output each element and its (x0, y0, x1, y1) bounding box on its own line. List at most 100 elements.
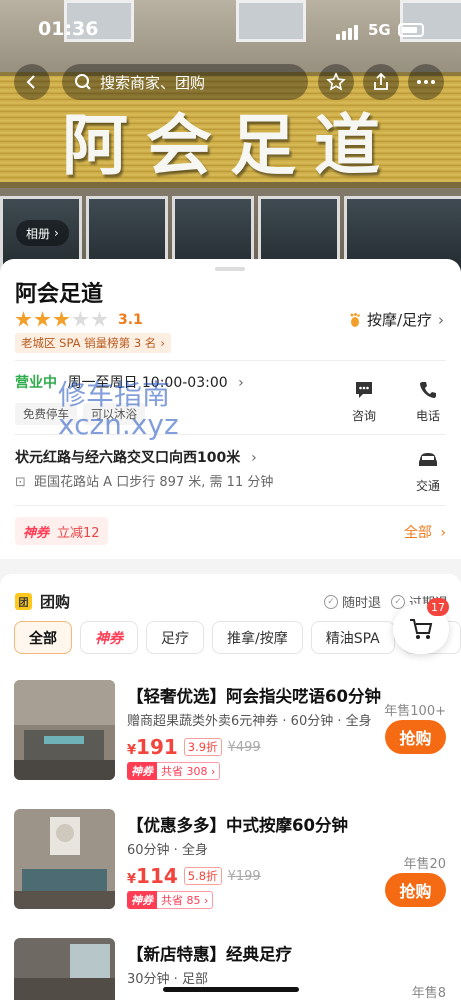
shop-sign-text: 阿会足道 (62, 106, 398, 184)
check-icon: ✓ (324, 594, 338, 609)
consult-label: 咨询 (351, 409, 376, 423)
phone-label: 电话 (415, 409, 440, 423)
cart-count-badge: 17 (427, 598, 449, 616)
buy-button[interactable]: 抢购 (385, 873, 446, 907)
coupon-badge: 神券 (127, 891, 157, 909)
deals-section: 团 团购 ✓ 随时退 ✓ 过期退 全部 神券 足疗 推拿/按摩 精油SPA 采耳… (0, 574, 461, 1000)
chevron-right-icon: › (251, 450, 257, 466)
walk-text: 距国花路站 A 口步行 897 米, 需 11 分钟 (34, 475, 274, 490)
car-icon (415, 447, 441, 473)
coupon-save-tag[interactable]: 神券 共省 308 › (127, 762, 221, 780)
filter-all[interactable]: 全部 (14, 621, 72, 654)
favorite-button[interactable] (318, 64, 354, 100)
battery-icon (398, 23, 424, 37)
coupon-badge: 神券 (127, 762, 157, 780)
deal-thumbnail (14, 680, 115, 780)
category-label: 按摩/足疗 (366, 311, 432, 329)
price-row: ¥114 5.8折 ¥199 (127, 864, 261, 888)
cart-button[interactable]: 17 (393, 598, 449, 654)
coupon-badge: 神券 (23, 525, 50, 541)
divider (15, 505, 446, 506)
drag-handle[interactable] (215, 267, 245, 271)
chevron-right-icon: › (160, 336, 165, 350)
deal-subtitle: 60分钟 · 全身 (127, 843, 208, 858)
rating-stars: 3.1 (15, 311, 143, 328)
star-icon (15, 311, 32, 327)
open-status: 营业中 (15, 375, 57, 391)
deal-subtitle: 赠商超果蔬类外卖6元神券 · 60分钟 · 全身 (127, 714, 372, 729)
check-icon: ✓ (391, 594, 405, 609)
deal-price: ¥114 (127, 864, 178, 888)
foot-icon (350, 312, 360, 327)
page: 阿会足道 01:36 5G 搜索商家、团购 相册 › 阿会足道 3.1 按摩/足… (0, 0, 461, 1000)
cart-icon (410, 619, 433, 639)
search-placeholder: 搜索商家、团购 (100, 73, 206, 92)
shop-name: 阿会足道 (15, 282, 104, 307)
back-icon (26, 75, 35, 89)
chevron-right-icon: › (54, 226, 59, 240)
buy-button[interactable]: 抢购 (385, 720, 446, 754)
subway-icon: ⊡ (15, 475, 26, 490)
deal-title: 【优惠多多】中式按摩60分钟 (127, 816, 348, 835)
address-text: 状元红路与经六路交叉口向西100米 (15, 450, 241, 466)
status-time: 01:36 (38, 18, 99, 40)
sold-count: 年售20 (403, 857, 446, 872)
home-indicator (163, 987, 299, 992)
more-button[interactable] (408, 64, 444, 100)
rank-tag[interactable]: 老城区 SPA 销量榜第 3 名 › (15, 333, 171, 353)
filter-massage[interactable]: 推拿/按摩 (212, 621, 303, 654)
group-buy-icon: 团 (15, 593, 32, 610)
coupon-promo[interactable]: 神券 立减12 (15, 517, 108, 545)
watermark-line: xczn.xyz (58, 408, 179, 441)
discount-tag: 3.9折 (183, 738, 222, 756)
original-price: ¥499 (227, 739, 261, 755)
sold-count: 年售8 (411, 986, 446, 1000)
phone-button[interactable]: 电话 (403, 377, 453, 424)
filter-foot[interactable]: 足疗 (146, 621, 204, 654)
coupon-save-tag[interactable]: 神券 共省 85 › (127, 891, 214, 909)
status-bar: 01:36 5G (0, 0, 461, 56)
star-icon (326, 72, 346, 91)
watermark-line: 修车指南 (58, 378, 171, 411)
deal-subtitle: 30分钟 · 足部 (127, 972, 208, 987)
coupon-save-text: 共省 85 › (157, 891, 214, 909)
category-link[interactable]: 按摩/足疗 › (347, 309, 444, 330)
original-price: ¥199 (227, 868, 261, 884)
watermark: 修车指南 xczn.xyz (58, 380, 179, 440)
chat-icon (351, 377, 377, 403)
filter-coupon[interactable]: 神券 (80, 621, 138, 654)
star-icon (53, 311, 70, 327)
deal-title: 【轻奢优选】阿会指尖呓语60分钟 (127, 687, 381, 706)
deal-item[interactable]: 【优惠多多】中式按摩60分钟 60分钟 · 全身 ¥114 5.8折 ¥199 … (0, 809, 461, 919)
consult-button[interactable]: 咨询 (339, 377, 389, 424)
all-coupons-link[interactable]: 全部 › (404, 522, 446, 542)
share-icon (374, 72, 388, 90)
filter-spa[interactable]: 精油SPA (310, 621, 395, 654)
deal-price: ¥191 (127, 735, 178, 759)
coupon-text: 立减12 (57, 525, 100, 541)
album-label: 相册 (26, 226, 51, 241)
walk-info: ⊡ 距国花路站 A 口步行 897 米, 需 11 分钟 (15, 471, 273, 490)
chevron-right-icon: › (440, 525, 446, 541)
phone-icon (415, 377, 441, 403)
deal-item[interactable]: 【轻奢优选】阿会指尖呓语60分钟 赠商超果蔬类外卖6元神券 · 60分钟 · 全… (0, 680, 461, 790)
back-button[interactable] (14, 64, 50, 100)
address-link[interactable]: 状元红路与经六路交叉口向西100米 › (15, 447, 257, 467)
search-icon (75, 74, 91, 90)
search-input[interactable]: 搜索商家、团购 (62, 64, 308, 100)
all-coupons-label: 全部 (403, 525, 432, 541)
chevron-right-icon: › (238, 375, 244, 391)
rank-text: 老城区 SPA 销量榜第 3 名 (21, 336, 157, 350)
coupon-save-text: 共省 308 › (157, 762, 221, 780)
divider (15, 360, 446, 361)
network-label: 5G (368, 21, 391, 39)
deal-title: 【新店特惠】经典足疗 (127, 945, 292, 964)
policy-refund-anytime: ✓ 随时退 (324, 592, 381, 611)
share-button[interactable] (363, 64, 399, 100)
policy-label: 随时退 (342, 596, 382, 611)
discount-tag: 5.8折 (183, 867, 222, 885)
album-button[interactable]: 相册 › (16, 220, 69, 246)
traffic-button[interactable]: 交通 (403, 447, 453, 494)
deal-thumbnail (14, 809, 115, 909)
deals-title: 团购 (40, 593, 71, 611)
